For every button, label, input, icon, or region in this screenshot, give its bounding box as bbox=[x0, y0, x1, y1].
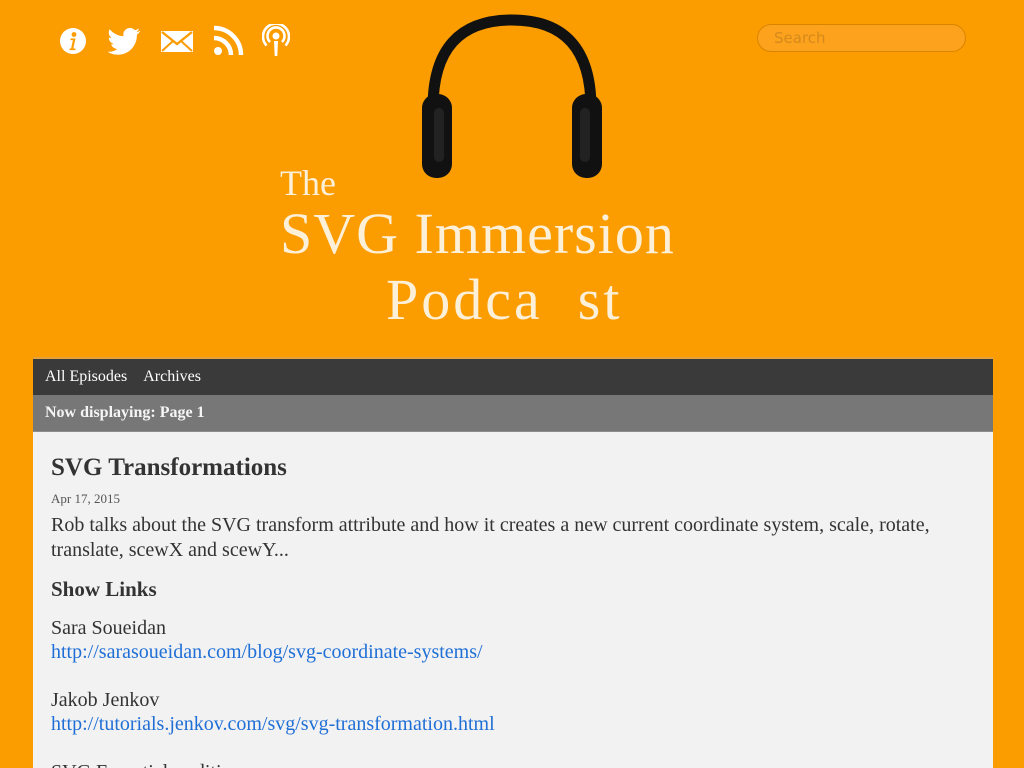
show-link-author: Jakob Jenkov bbox=[51, 689, 160, 711]
nav-all-episodes[interactable]: All Episodes bbox=[45, 368, 127, 386]
show-link-item: SVG Essentials, edition bbox=[51, 760, 975, 768]
show-link-url[interactable]: http://tutorials.jenkov.com/svg/svg-tran… bbox=[51, 713, 495, 735]
headphones-icon bbox=[422, 14, 602, 178]
logo-the-text: The bbox=[280, 163, 336, 203]
search-input[interactable] bbox=[757, 24, 966, 52]
show-link-author: Sara Soueidan bbox=[51, 617, 166, 639]
show-link-author: SVG Essentials, edition bbox=[51, 760, 975, 768]
show-link-item: Sara Soueidan http://sarasoueidan.com/bl… bbox=[51, 616, 975, 664]
episode-title[interactable]: SVG Transformations bbox=[51, 454, 975, 482]
episode-summary: Rob talks about the SVG transform attrib… bbox=[51, 514, 930, 561]
podcast-logo[interactable]: The SVG Immersion Podca st bbox=[270, 12, 710, 332]
rss-icon[interactable] bbox=[212, 25, 244, 61]
page: The SVG Immersion Podca st All Episodes … bbox=[0, 0, 1024, 768]
page-indicator-text: Now displaying: Page 1 bbox=[45, 404, 205, 421]
page-indicator-bar: Now displaying: Page 1 bbox=[33, 395, 993, 432]
logo-title-text: SVG Immersion bbox=[280, 201, 675, 266]
show-link-url[interactable]: http://sarasoueidan.com/blog/svg-coordin… bbox=[51, 641, 483, 663]
mail-icon[interactable] bbox=[160, 29, 194, 57]
episode-date: Apr 17, 2015 bbox=[51, 491, 120, 506]
show-link-item: Jakob Jenkov http://tutorials.jenkov.com… bbox=[51, 688, 975, 736]
twitter-icon[interactable] bbox=[106, 26, 142, 60]
info-icon[interactable] bbox=[58, 26, 88, 60]
content-panel: All Episodes Archives Now displaying: Pa… bbox=[33, 357, 993, 768]
logo-podcast-text: Podca st bbox=[386, 267, 623, 332]
episode-post: SVG Transformations Apr 17, 2015 Rob tal… bbox=[33, 432, 993, 768]
show-links-heading: Show Links bbox=[51, 577, 157, 601]
nav-archives[interactable]: Archives bbox=[143, 368, 201, 386]
main-nav: All Episodes Archives bbox=[33, 359, 993, 395]
